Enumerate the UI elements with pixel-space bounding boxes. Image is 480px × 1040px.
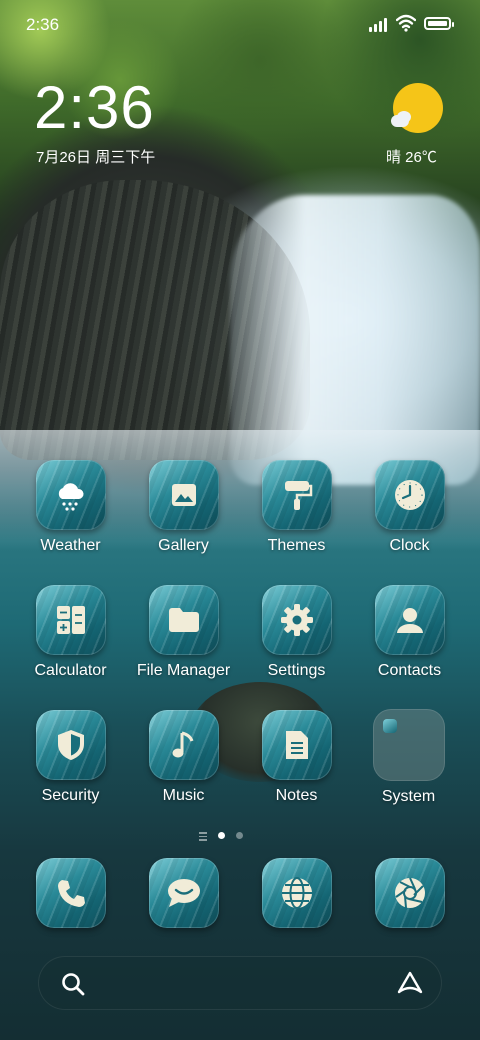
weather-icon	[58, 483, 84, 511]
music-note-icon	[172, 731, 193, 758]
folder-preview-icon	[382, 719, 397, 733]
clock-widget-date[interactable]: 7月26日 周三下午	[36, 146, 155, 167]
app-gallery[interactable]: Gallery	[127, 460, 240, 555]
app-label: Contacts	[377, 662, 442, 679]
app-security[interactable]: Security	[14, 710, 127, 805]
app-label: Security	[41, 787, 100, 804]
app-system-folder[interactable]: System	[352, 709, 465, 806]
app-label: Music	[162, 787, 205, 804]
app-calculator[interactable]: Calculator	[14, 585, 127, 680]
app-weather[interactable]: Weather	[14, 460, 127, 555]
weather-widget-text[interactable]: 晴 26℃	[386, 146, 437, 167]
contacts-icon	[396, 608, 423, 633]
status-bar: 2:36	[0, 0, 480, 50]
phone-icon	[57, 880, 85, 907]
sun-cloud-icon[interactable]	[391, 83, 443, 135]
shield-icon	[57, 730, 84, 760]
gear-icon	[280, 604, 313, 636]
app-file-manager[interactable]: File Manager	[127, 585, 240, 680]
page-dot-active	[218, 832, 225, 839]
folder-icon	[168, 608, 199, 632]
page-dot	[236, 832, 243, 839]
app-settings[interactable]: Settings	[240, 585, 353, 680]
app-themes[interactable]: Themes	[240, 460, 353, 555]
app-label: System	[381, 788, 436, 805]
gallery-icon	[171, 484, 196, 506]
search-bar[interactable]	[38, 956, 442, 1010]
dock-camera[interactable]	[353, 858, 466, 928]
signal-icon	[369, 18, 391, 32]
battery-icon	[424, 17, 454, 30]
clock-widget-time[interactable]: 2:36	[34, 78, 155, 138]
app-label: Calculator	[34, 662, 107, 679]
notes-icon	[285, 731, 308, 759]
app-label: Gallery	[158, 537, 209, 554]
app-label: Settings	[267, 662, 326, 679]
dock-messages[interactable]	[127, 858, 240, 928]
status-time: 2:36	[26, 15, 60, 34]
browser-icon	[281, 877, 312, 909]
feed-indicator	[199, 832, 207, 843]
wifi-icon	[396, 14, 416, 32]
themes-icon	[284, 481, 312, 510]
app-clock[interactable]: Clock	[353, 460, 466, 555]
app-label: Notes	[275, 787, 318, 804]
app-label: Clock	[389, 537, 430, 554]
camera-icon	[394, 877, 425, 909]
messages-icon	[167, 879, 200, 907]
clock-icon	[394, 480, 425, 510]
app-music[interactable]: Music	[127, 710, 240, 805]
app-notes[interactable]: Notes	[240, 710, 353, 805]
app-contacts[interactable]: Contacts	[353, 585, 466, 680]
app-label: File Manager	[136, 662, 231, 679]
assistant-icon[interactable]	[396, 970, 424, 996]
page-indicator[interactable]	[199, 830, 249, 842]
app-label: Weather	[40, 537, 101, 554]
search-icon[interactable]	[60, 971, 86, 997]
calculator-icon	[56, 606, 85, 634]
app-label: Themes	[267, 537, 326, 554]
dock-browser[interactable]	[240, 858, 353, 928]
dock-phone[interactable]	[14, 858, 127, 928]
